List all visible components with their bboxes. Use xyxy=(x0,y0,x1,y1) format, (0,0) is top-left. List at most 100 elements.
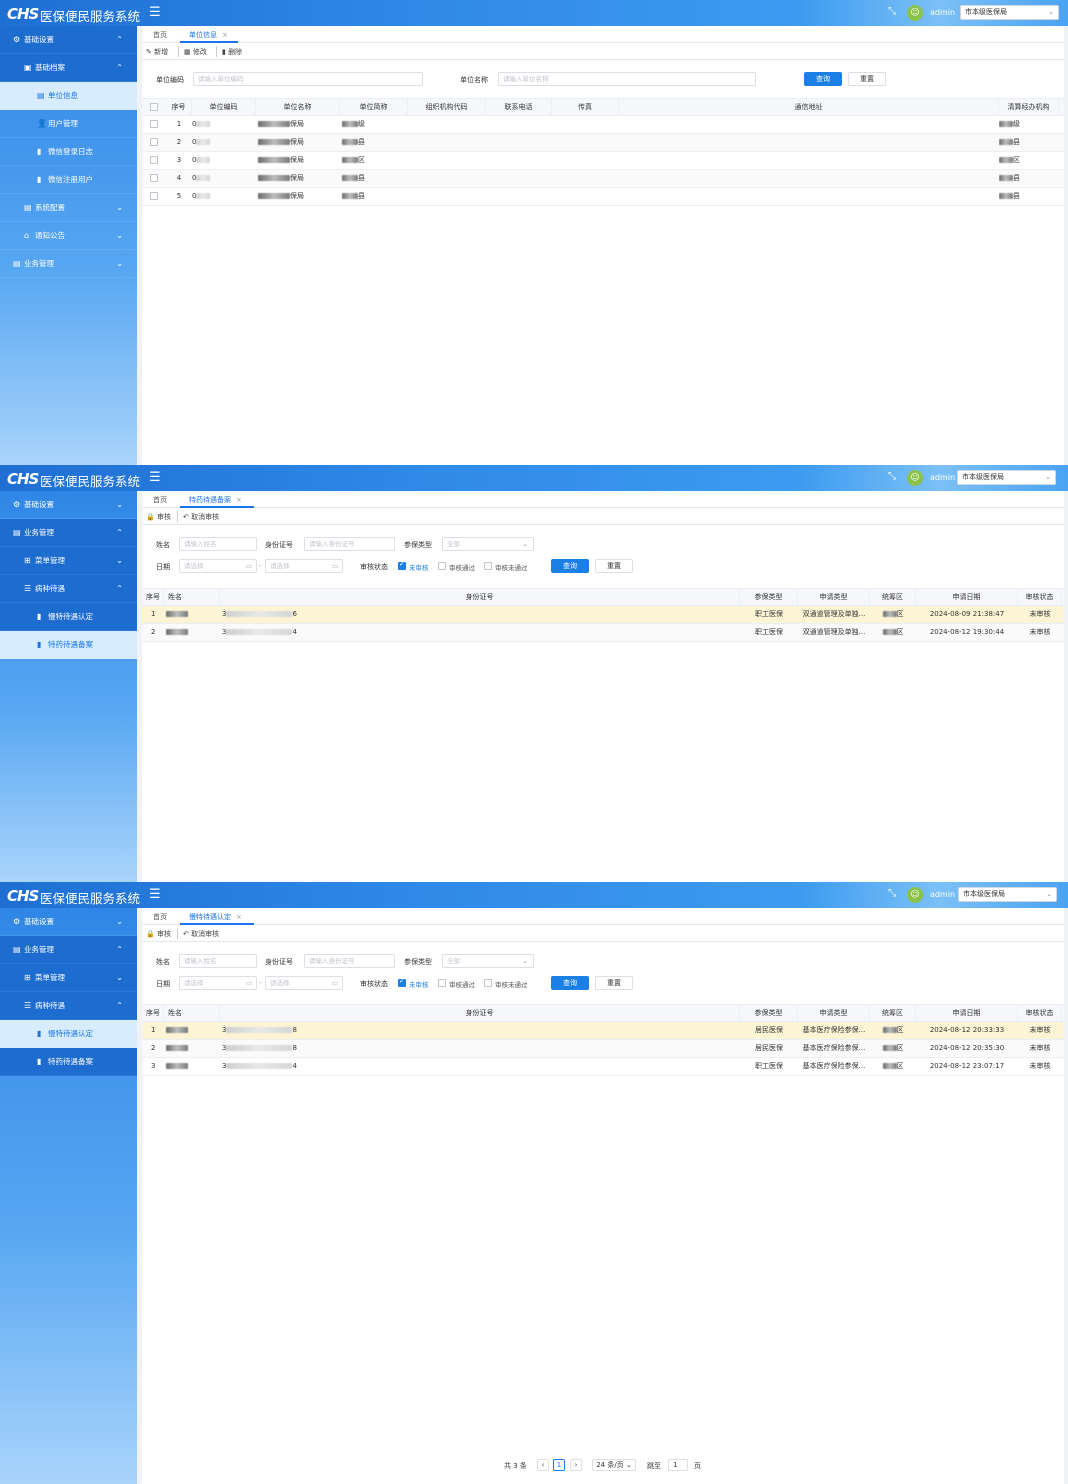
prev-page-icon[interactable]: ‹ xyxy=(537,1459,549,1471)
org-select[interactable]: 市本级医保局 ⌄ xyxy=(958,887,1057,902)
tab-chronic-disease[interactable]: 慢特待遇认定 × xyxy=(189,912,242,922)
name-input[interactable]: 请输入姓名 xyxy=(179,954,257,968)
menu-toggle-icon[interactable]: ☰ xyxy=(149,470,161,485)
sidebar-item[interactable]: ▤ 业务管理 ⌃ xyxy=(0,936,137,964)
sidebar-item[interactable]: ▮ 微信注册用户 xyxy=(0,166,137,194)
sidebar-item[interactable]: ▤ 系统配置 ⌄ xyxy=(0,194,137,222)
table-row[interactable]: 2 3 8 居民医保 基本医疗保险参保... 区 2024-08-12 20:35:30 未审… xyxy=(142,1040,1064,1058)
start-date-input[interactable]: 请选择 ▭ xyxy=(179,976,257,990)
status-rejected-label[interactable]: 审核未通过 xyxy=(495,979,528,989)
table-row[interactable]: 5 0 保局 县 县 xyxy=(142,188,1064,206)
menu-toggle-icon[interactable]: ☰ xyxy=(149,5,161,20)
table-row[interactable]: 4 0 保局 县 县 xyxy=(142,170,1064,188)
username[interactable]: admin xyxy=(930,8,955,17)
fullscreen-icon[interactable]: ⤡ xyxy=(888,888,896,899)
status-rejected-checkbox[interactable] xyxy=(484,562,492,570)
table-row[interactable]: 3 0 保局 区 区 xyxy=(142,152,1064,170)
insurance-type-select[interactable]: 全部 ⌄ xyxy=(442,954,534,968)
sidebar-item[interactable]: 👤用户管理 xyxy=(0,110,137,138)
query-button[interactable]: 查询 xyxy=(551,976,589,990)
sidebar-item[interactable]: ▮ 微信登录日志 xyxy=(0,138,137,166)
row-checkbox[interactable] xyxy=(150,120,158,128)
user-avatar-icon[interactable]: ☺ xyxy=(907,887,923,903)
sidebar-item[interactable]: ⚙ 基础设置 ⌄ xyxy=(0,491,137,519)
status-unaudited-label[interactable]: 未审核 xyxy=(409,562,429,572)
row-checkbox[interactable] xyxy=(150,192,158,200)
add-button[interactable]: ✎ 新增 xyxy=(146,47,168,57)
cancel-audit-button[interactable]: ↶ 取消审核 xyxy=(183,929,219,939)
row-checkbox[interactable] xyxy=(150,138,158,146)
page-number[interactable]: 1 xyxy=(553,1459,565,1471)
fullscreen-icon[interactable]: ⤡ xyxy=(888,471,896,482)
table-row[interactable]: 2 3 4 职工医保 双通道管理及单独... 区 2024-08-12 19:30:44 未审… xyxy=(142,624,1064,642)
sidebar-item[interactable]: ▮ 慢特待遇认定 xyxy=(0,1020,137,1048)
page-size-select[interactable]: 24 条/页 ⌄ xyxy=(592,1459,636,1471)
tab-unit-info[interactable]: 单位信息 × xyxy=(189,30,228,40)
sidebar-item[interactable]: ▤ 单位信息 xyxy=(0,82,137,110)
row-checkbox[interactable] xyxy=(150,174,158,182)
cancel-audit-button[interactable]: ↶ 取消审核 xyxy=(183,512,219,522)
id-input[interactable]: 请输入身份证号 xyxy=(304,537,395,551)
sidebar-item[interactable]: ▤ 业务管理 ⌃ xyxy=(0,519,137,547)
row-checkbox[interactable] xyxy=(150,156,158,164)
tab-home[interactable]: 首页 xyxy=(153,30,167,40)
sidebar-item[interactable]: ▮ 特药待遇备案 xyxy=(0,631,137,659)
tab-home[interactable]: 首页 xyxy=(153,912,167,922)
unit-name-input[interactable]: 请输入单位名称 xyxy=(498,72,756,86)
status-rejected-checkbox[interactable] xyxy=(484,979,492,987)
close-icon[interactable]: × xyxy=(236,496,242,504)
delete-button[interactable]: ▮ 删除 xyxy=(222,47,242,57)
name-input[interactable]: 请输入姓名 xyxy=(179,537,257,551)
sidebar-item[interactable]: ▤ 业务管理 ⌄ xyxy=(0,250,137,278)
status-passed-label[interactable]: 审核通过 xyxy=(449,979,475,989)
table-row[interactable]: 3 3 4 职工医保 基本医疗保险参保... 区 2024-08-12 23:07:17 未审… xyxy=(142,1058,1064,1076)
sidebar-item[interactable]: ⚙ 基础设置 ⌃ xyxy=(0,26,137,54)
reset-button[interactable]: 重置 xyxy=(595,976,633,990)
query-button[interactable]: 查询 xyxy=(804,72,842,86)
sidebar-item[interactable]: ☰ 病种待遇 ⌃ xyxy=(0,992,137,1020)
next-page-icon[interactable]: › xyxy=(570,1459,582,1471)
insurance-type-select[interactable]: 全部 ⌄ xyxy=(442,537,534,551)
unit-code-input[interactable]: 请输入单位编码 xyxy=(193,72,423,86)
status-passed-label[interactable]: 审核通过 xyxy=(449,562,475,572)
org-select[interactable]: 市本级医保局 ⌄ xyxy=(957,470,1056,485)
audit-button[interactable]: 🔒 审核 xyxy=(146,512,171,522)
status-passed-checkbox[interactable] xyxy=(438,562,446,570)
sidebar-item[interactable]: ▣ 基础档案 ⌃ xyxy=(0,54,137,82)
select-all-checkbox[interactable] xyxy=(150,103,158,111)
status-rejected-label[interactable]: 审核未通过 xyxy=(495,562,528,572)
edit-button[interactable]: ▦ 修改 xyxy=(184,47,207,57)
menu-toggle-icon[interactable]: ☰ xyxy=(149,887,161,902)
end-date-input[interactable]: 请选择 ▭ xyxy=(265,976,343,990)
jump-input[interactable]: 1 xyxy=(668,1459,688,1471)
org-select[interactable]: 市本级医保局 ⌄ xyxy=(960,5,1059,20)
sidebar-item[interactable]: ⊞ 菜单管理 ⌄ xyxy=(0,964,137,992)
sidebar-item[interactable]: ⊞ 菜单管理 ⌄ xyxy=(0,547,137,575)
status-passed-checkbox[interactable] xyxy=(438,979,446,987)
table-row[interactable]: 2 0 保局 县 县 xyxy=(142,134,1064,152)
username[interactable]: admin xyxy=(930,473,955,482)
status-unaudited-checkbox[interactable] xyxy=(398,977,406,987)
tab-home[interactable]: 首页 xyxy=(153,495,167,505)
end-date-input[interactable]: 请选择 ▭ xyxy=(265,559,343,573)
table-row[interactable]: 1 3 6 职工医保 双通道管理及单独... 区 2024-08-09 21:38:47 未审… xyxy=(142,606,1064,624)
user-avatar-icon[interactable]: ☺ xyxy=(907,5,923,21)
reset-button[interactable]: 重置 xyxy=(848,72,886,86)
sidebar-item[interactable]: ⚙ 基础设置 ⌄ xyxy=(0,908,137,936)
sidebar-item[interactable]: ▮ 特药待遇备案 xyxy=(0,1048,137,1076)
sidebar-item[interactable]: ▮ 慢特待遇认定 xyxy=(0,603,137,631)
user-avatar-icon[interactable]: ☺ xyxy=(907,470,923,486)
start-date-input[interactable]: 请选择 ▭ xyxy=(179,559,257,573)
fullscreen-icon[interactable]: ⤡ xyxy=(888,6,896,17)
table-row[interactable]: 1 3 8 居民医保 基本医疗保险参保... 区 2024-08-12 20:33:33 未审… xyxy=(142,1022,1064,1040)
close-icon[interactable]: × xyxy=(222,31,228,39)
audit-button[interactable]: 🔒 审核 xyxy=(146,929,171,939)
query-button[interactable]: 查询 xyxy=(551,559,589,573)
sidebar-item[interactable]: ☰ 病种待遇 ⌃ xyxy=(0,575,137,603)
status-unaudited-label[interactable]: 未审核 xyxy=(409,979,429,989)
username[interactable]: admin xyxy=(930,890,955,899)
reset-button[interactable]: 重置 xyxy=(595,559,633,573)
tab-special-drug[interactable]: 特药待遇备案 × xyxy=(189,495,242,505)
table-row[interactable]: 1 0 保局 级 级 xyxy=(142,116,1064,134)
status-unaudited-checkbox[interactable] xyxy=(398,560,406,570)
